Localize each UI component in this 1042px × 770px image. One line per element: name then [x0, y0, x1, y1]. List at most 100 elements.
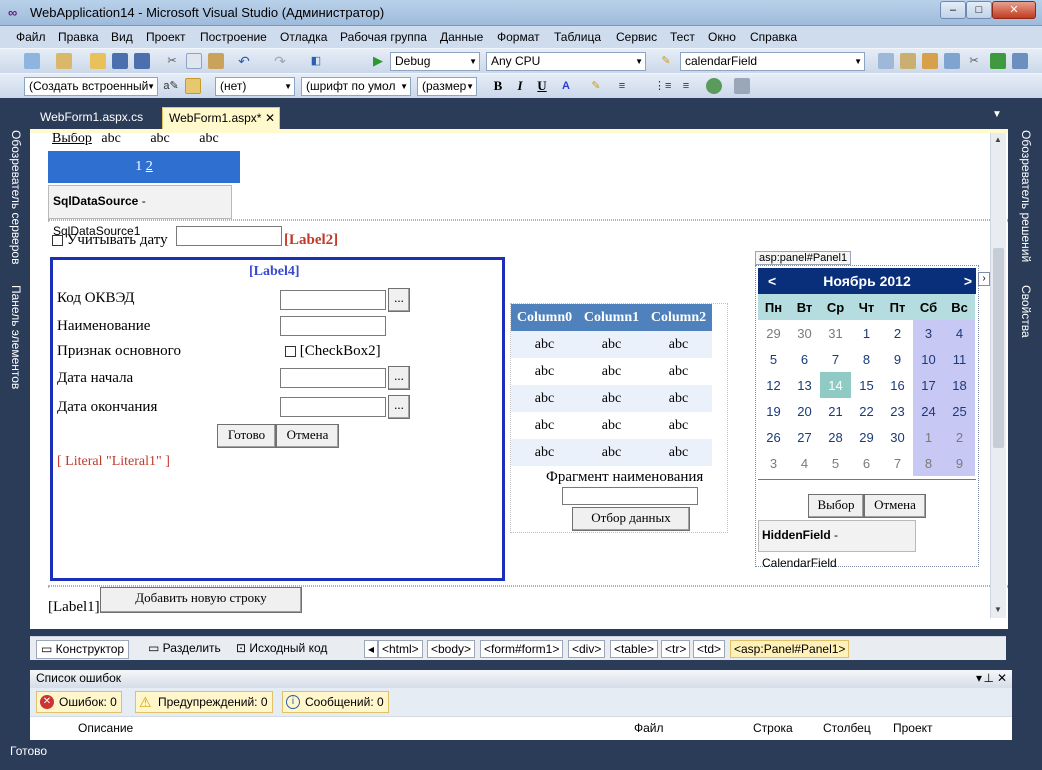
start-page-icon[interactable]	[990, 53, 1006, 69]
tab-webform1-aspx[interactable]: WebForm1.aspx* ✕	[162, 107, 280, 129]
navigate-backward-icon[interactable]: ◧	[308, 53, 324, 69]
fragment-input[interactable]	[562, 487, 698, 505]
calendar-day[interactable]: 29	[851, 424, 882, 450]
scroll-up-icon[interactable]: ▲	[994, 135, 1002, 144]
numbering-icon[interactable]: ≡	[678, 78, 694, 94]
hyperlink-icon[interactable]	[706, 78, 722, 94]
settings-icon[interactable]: ✂	[966, 53, 982, 69]
calendar-day[interactable]: 27	[789, 424, 820, 450]
open-icon[interactable]	[90, 53, 106, 69]
target-rule-icon[interactable]	[185, 78, 201, 94]
calendar-day[interactable]: 22	[851, 398, 882, 424]
previous-month-button[interactable]: <	[768, 268, 776, 294]
layer-icon[interactable]	[734, 78, 750, 94]
calendar-day[interactable]: 8	[913, 450, 944, 476]
calendar-day[interactable]: 7	[882, 450, 913, 476]
add-row-button[interactable]: Добавить новую строку	[100, 587, 302, 613]
object-browser-icon[interactable]	[922, 53, 938, 69]
breadcrumb-td[interactable]: <td>	[693, 640, 726, 658]
tab-list-chevron-down-icon[interactable]: ▼	[992, 109, 1002, 120]
calendar-day[interactable]: 30	[882, 424, 913, 450]
server-explorer-tab[interactable]: Обозреватель серверов	[9, 130, 23, 264]
find-in-files-icon[interactable]: ✎	[658, 53, 674, 69]
underline-button[interactable]: U	[534, 78, 550, 94]
menu-window[interactable]: Окно	[708, 30, 736, 44]
calendar-cancel-button[interactable]: Отмена	[864, 494, 926, 518]
tab-design[interactable]: ▭ Конструктор	[36, 640, 130, 659]
find-combo[interactable]: calendarField ▼	[680, 52, 865, 71]
warnings-filter-button[interactable]: ⚠ Предупреждений: 0	[135, 691, 273, 713]
cancel-button[interactable]: Отмена	[276, 424, 339, 448]
smart-tag-chevron-right-icon[interactable]: ›	[978, 272, 990, 286]
end-date-browse-button[interactable]: ...	[388, 395, 410, 419]
block-format-select[interactable]: (Создать встроенный ▼	[24, 77, 158, 96]
column-project[interactable]: Проект	[893, 721, 933, 735]
foreground-color-icon[interactable]: A	[558, 78, 574, 94]
okved-code-input[interactable]	[280, 290, 386, 310]
calendar-day[interactable]: 4	[789, 450, 820, 476]
edit-panel[interactable]: [Label4] Код ОКВЭД ... Наименование Приз…	[50, 257, 505, 581]
column-description[interactable]: Описание	[78, 721, 133, 735]
bullets-icon[interactable]: ⋮≡	[654, 78, 671, 94]
background-color-icon[interactable]: ✎	[588, 78, 604, 94]
extension-manager-icon[interactable]	[1012, 53, 1028, 69]
menu-table[interactable]: Таблица	[554, 30, 601, 44]
calendar-panel[interactable]: < Ноябрь 2012 > › Пн Вт Ср Чт Пт Сб Вс 2…	[755, 265, 990, 570]
undo-icon[interactable]: ↶	[236, 53, 252, 69]
column-line[interactable]: Строка	[753, 721, 793, 735]
new-project-icon[interactable]	[24, 53, 40, 69]
calendar-day[interactable]: 3	[758, 450, 789, 476]
calendar-day[interactable]: 30	[789, 320, 820, 346]
calendar-day[interactable]: 9	[944, 450, 975, 476]
menu-view[interactable]: Вид	[111, 30, 133, 44]
menu-edit[interactable]: Правка	[58, 30, 99, 44]
calendar-day[interactable]: 6	[789, 346, 820, 372]
toolbox-icon[interactable]	[944, 53, 960, 69]
hiddenfield-control[interactable]: HiddenField - CalendarField	[758, 520, 916, 570]
calendar-day[interactable]: 4	[944, 320, 975, 346]
calendar-day[interactable]: 29	[758, 320, 789, 346]
close-button[interactable]: ✕	[992, 1, 1036, 19]
calendar-day[interactable]: 14	[820, 372, 851, 398]
use-date-checkbox[interactable]	[52, 235, 63, 247]
pager-page-2[interactable]: 2	[146, 159, 153, 174]
calendar-day[interactable]: 18	[944, 372, 975, 398]
okved-browse-button[interactable]: ...	[388, 288, 410, 312]
calendar-day[interactable]: 16	[882, 372, 913, 398]
calendar-day[interactable]: 12	[758, 372, 789, 398]
calendar-day[interactable]: 28	[820, 424, 851, 450]
breadcrumb-panel1[interactable]: <asp:Panel#Panel1>	[730, 640, 850, 658]
calendar-day[interactable]: 2	[944, 424, 975, 450]
properties-tab[interactable]: Свойства	[1019, 285, 1033, 338]
save-icon[interactable]	[112, 53, 128, 69]
calendar-day[interactable]: 13	[789, 372, 820, 398]
tab-split[interactable]: ▭ Разделить	[144, 640, 225, 659]
calendar-day[interactable]: 11	[944, 346, 975, 372]
cut-icon[interactable]: ✂	[164, 53, 180, 69]
filter-data-button[interactable]: Отбор данных	[572, 507, 690, 531]
dropdown-chevron-down-icon[interactable]: ▾	[976, 670, 982, 687]
done-button[interactable]: Готово	[217, 424, 276, 448]
bold-button[interactable]: B	[490, 78, 506, 94]
solution-explorer-tab[interactable]: Обозреватель решений	[1019, 130, 1033, 262]
vertical-scrollbar[interactable]: ▲ ▼	[990, 133, 1006, 618]
calendar-day[interactable]: 20	[789, 398, 820, 424]
breadcrumb-div[interactable]: <div>	[568, 640, 606, 658]
breadcrumb-html[interactable]: <html>	[378, 640, 423, 658]
checkbox2-box[interactable]	[285, 346, 296, 358]
minimize-button[interactable]: –	[940, 1, 966, 19]
choose-button[interactable]: Выбор	[808, 494, 864, 518]
pin-icon[interactable]: ⊥	[984, 670, 994, 687]
calendar-day[interactable]: 23	[882, 398, 913, 424]
calendar-day[interactable]: 9	[882, 346, 913, 372]
font-size-select[interactable]: (размер ▼	[417, 77, 477, 96]
date-textbox[interactable]	[176, 226, 282, 246]
scroll-down-icon[interactable]: ▼	[994, 605, 1002, 614]
select-link[interactable]: Выбор	[52, 133, 92, 146]
calendar-day[interactable]: 5	[820, 450, 851, 476]
calendar-day[interactable]: 17	[913, 372, 944, 398]
calendar-day[interactable]: 15	[851, 372, 882, 398]
calendar-day[interactable]: 21	[820, 398, 851, 424]
breadcrumb-tr[interactable]: <tr>	[661, 640, 691, 658]
copy-icon[interactable]	[186, 53, 202, 69]
